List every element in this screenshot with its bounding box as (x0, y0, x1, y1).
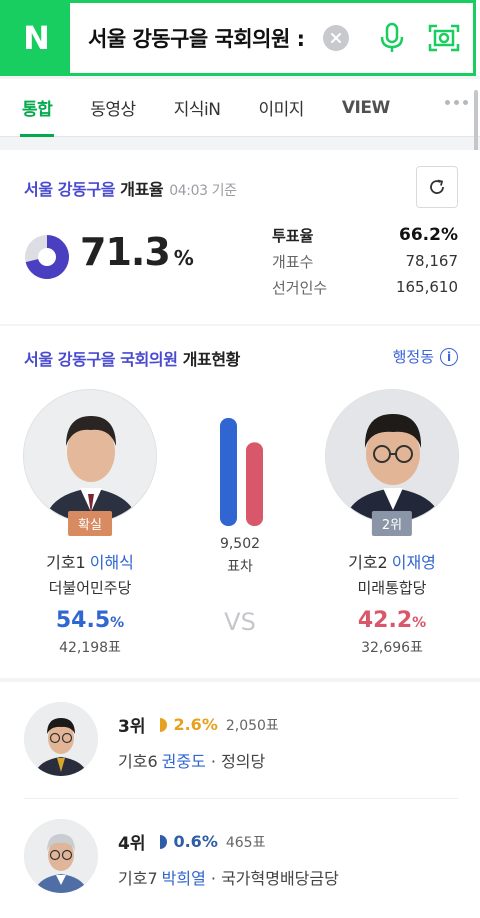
candidate-1[interactable]: 확실 기호1 이해식 더불어민주당 54.5% 42,198표 (5, 389, 175, 657)
candidate-party: 미래통합당 (357, 579, 427, 597)
stat-row: 선거인수 165,610 (272, 278, 458, 297)
candidate-votes: 32,696표 (361, 640, 423, 656)
candidate-votes: 465표 (225, 834, 266, 851)
share-pie-icon (160, 717, 168, 732)
count-rate-value: 71.3% (80, 230, 194, 274)
count-status-card: 서울 강동구을 국회의원 개표현황 행정동 i 확실 기호1 이해식 더불어민주당… (0, 326, 480, 678)
voice-search-button[interactable] (369, 15, 415, 61)
info-icon: i (440, 347, 458, 366)
search-header: N 서울 강동구을 국회의원 : (0, 0, 480, 76)
candidate-percent: 42.2% (357, 608, 427, 633)
count-rate-title: 서울 강동구을 개표율 04:03 기준 (24, 180, 237, 199)
stat-row: 투표율 66.2% (272, 225, 458, 245)
candidate-percent: 0.6% (173, 832, 218, 851)
search-box: N 서울 강동구을 국회의원 : (0, 0, 476, 76)
count-rate-pie-icon (25, 235, 69, 279)
naver-logo[interactable]: N (3, 3, 70, 73)
vs-label: VS (224, 608, 256, 636)
clear-search-button[interactable] (323, 25, 349, 51)
candidate-votes: 42,198표 (59, 640, 121, 656)
candidate-name: 이재영 (391, 553, 436, 572)
candidate-percent: 2.6% (173, 715, 218, 734)
candidate-name: 권중도 (161, 752, 206, 771)
refresh-button[interactable] (416, 166, 458, 208)
candidate-photo (23, 389, 157, 523)
tab-view[interactable]: VIEW (342, 79, 390, 137)
vote-gap: 9,502 (219, 536, 261, 552)
search-input[interactable]: 서울 강동구을 국회의원 : (70, 23, 317, 53)
lens-search-button[interactable] (421, 15, 467, 61)
winner-badge: 확실 (68, 511, 112, 536)
candidate-photo (325, 389, 459, 523)
microphone-icon (380, 22, 404, 52)
candidate-2[interactable]: 2위 기호2 이재영 미래통합당 42.2% 32,696표 (307, 389, 477, 657)
bar-candidate-1 (220, 418, 237, 526)
candidate-photo (24, 702, 98, 776)
camera-lens-icon (428, 24, 460, 52)
candidate-name: 이해식 (89, 553, 134, 572)
tab-integrated[interactable]: 통합 (19, 79, 55, 137)
list-item[interactable]: 4위 0.6% 465표 기호7 박희열 · 국가혁명배당금당 (0, 799, 480, 915)
candidate-party: · 국가혁명배당금당 (210, 869, 339, 888)
candidate-photo (24, 819, 98, 893)
vote-comparison-bars (220, 418, 263, 526)
vote-gap-label: 표차 (227, 559, 253, 575)
list-item[interactable]: 3위 2.6% 2,050표 기호6 권중도 · 정의당 (0, 682, 480, 799)
share-pie-icon (160, 834, 168, 849)
bar-candidate-2 (246, 442, 263, 526)
count-rate-card: 서울 강동구을 개표율 04:03 기준 71.3% 투표율 66.2% 개표수 78… (0, 150, 480, 324)
rank-badge: 2위 (371, 511, 413, 536)
tab-video[interactable]: 동영상 (90, 79, 136, 137)
candidate-percent: 54.5% (55, 608, 125, 633)
candidate-party: · 정의당 (210, 752, 266, 771)
candidate-rank: 4위 (118, 834, 146, 854)
candidate-votes: 2,050표 (225, 717, 279, 734)
candidate-party: 더불어민주당 (48, 579, 132, 597)
update-time: 04:03 기준 (169, 183, 237, 199)
candidate-rank: 3위 (118, 717, 146, 737)
count-status-title: 서울 강동구을 국회의원 개표현황 (24, 350, 240, 369)
refresh-icon (430, 179, 444, 194)
more-tabs-icon[interactable] (445, 100, 468, 105)
admin-district-link[interactable]: 행정동 i (393, 346, 458, 367)
stat-row: 개표수 78,167 (272, 252, 458, 271)
turnout-stats: 투표율 66.2% 개표수 78,167 선거인수 165,610 (272, 222, 458, 300)
tab-images[interactable]: 이미지 (258, 79, 304, 137)
search-tabs: 통합 동영상 지식iN 이미지 VIEW (0, 79, 480, 137)
candidate-name: 박희열 (161, 869, 206, 888)
close-icon (331, 33, 341, 43)
tab-knowledge-in[interactable]: 지식iN (174, 79, 221, 137)
other-candidates-list: 3위 2.6% 2,050표 기호6 권중도 · 정의당 4위 0.6% 465표 (0, 682, 480, 918)
